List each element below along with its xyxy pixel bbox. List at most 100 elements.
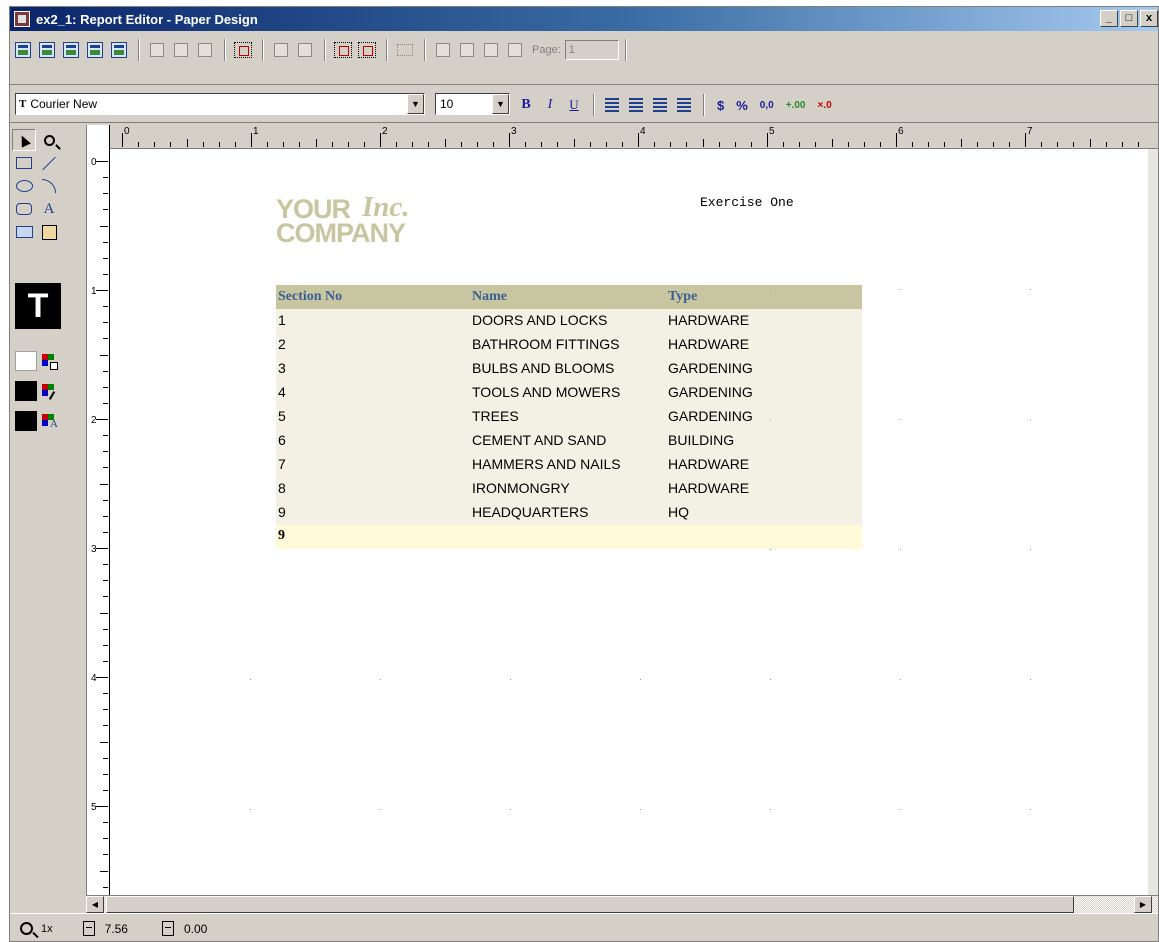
name-cell[interactable]: TREES — [472, 408, 519, 424]
fill-color-icon[interactable] — [42, 354, 58, 370]
bold-button[interactable]: B — [515, 94, 537, 116]
group-frame-button[interactable] — [394, 39, 416, 61]
web-source-view-button[interactable] — [36, 39, 58, 61]
main-section-button[interactable] — [170, 39, 192, 61]
line-tool[interactable] — [37, 152, 61, 174]
column-header-type[interactable]: Type — [668, 289, 697, 305]
percentage-button[interactable]: % — [736, 98, 748, 113]
ellipse-tool[interactable] — [12, 175, 36, 197]
ruler-number: 5 — [91, 802, 97, 813]
column-header-section-no[interactable]: Section No — [278, 289, 342, 305]
paper-design-canvas[interactable]: YOUR Inc. COMPANY Exercise One Section N… — [110, 149, 1158, 895]
confine-mode-button[interactable] — [232, 39, 254, 61]
type-cell[interactable]: BUILDING — [668, 432, 734, 448]
magnify-tool[interactable] — [37, 129, 61, 151]
section-no-cell[interactable]: 9 — [278, 504, 286, 520]
section-no-cell[interactable]: 2 — [278, 336, 286, 352]
company-logo[interactable]: YOUR Inc. COMPANY — [276, 193, 462, 249]
frame-select-button[interactable] — [332, 39, 354, 61]
type-cell[interactable]: HARDWARE — [668, 480, 749, 496]
italic-button[interactable]: I — [539, 94, 561, 116]
next-page-button[interactable] — [480, 39, 502, 61]
text-tool[interactable]: A — [37, 198, 61, 220]
column-header-name[interactable]: Name — [472, 289, 507, 305]
header-section-button[interactable] — [146, 39, 168, 61]
fill-color-swatch[interactable] — [15, 351, 37, 371]
type-cell[interactable]: HARDWARE — [668, 456, 749, 472]
section-no-cell[interactable]: 8 — [278, 480, 286, 496]
grid-dot — [640, 809, 641, 810]
font-size-select[interactable]: 10 ▼ — [435, 93, 510, 115]
previous-page-button[interactable] — [456, 39, 478, 61]
name-cell[interactable]: BULBS AND BLOOMS — [472, 360, 614, 376]
name-cell[interactable]: BATHROOM FITTINGS — [472, 336, 620, 352]
name-cell[interactable]: TOOLS AND MOWERS — [472, 384, 620, 400]
line-color-swatch[interactable] — [15, 381, 37, 401]
type-cell[interactable]: HARDWARE — [668, 336, 749, 352]
name-cell[interactable]: DOORS AND LOCKS — [472, 312, 607, 328]
type-cell[interactable]: GARDENING — [668, 384, 753, 400]
chevron-down-icon[interactable]: ▼ — [407, 94, 424, 114]
close-button[interactable]: x — [1140, 10, 1158, 27]
underline-button[interactable]: U — [563, 94, 585, 116]
font-name-select[interactable]: T Courier New ▼ — [15, 93, 425, 115]
section-no-cell[interactable]: 7 — [278, 456, 286, 472]
report-title[interactable]: Exercise One — [700, 195, 794, 210]
select-tool[interactable] — [12, 129, 36, 151]
name-cell[interactable]: HAMMERS AND NAILS — [472, 456, 621, 472]
justify-button[interactable] — [673, 94, 695, 116]
trailer-section-button[interactable] — [194, 39, 216, 61]
field-tool[interactable] — [12, 221, 36, 243]
flex-mode-button[interactable] — [356, 39, 378, 61]
remove-decimal-button[interactable]: ×.0 — [817, 100, 831, 111]
section-no-cell[interactable]: 3 — [278, 360, 286, 376]
scroll-thumb[interactable] — [106, 896, 1074, 913]
name-cell[interactable]: HEADQUARTERS — [472, 504, 588, 520]
frame-tool[interactable] — [37, 221, 61, 243]
align-left-button[interactable] — [601, 94, 623, 116]
maximize-button[interactable]: □ — [1120, 10, 1138, 27]
currency-button[interactable]: $ — [717, 98, 724, 113]
name-cell[interactable]: IRONMONGRY — [472, 480, 570, 496]
text-color-icon[interactable]: A — [42, 414, 58, 430]
rectangle-tool[interactable] — [12, 152, 36, 174]
select-parent-frame-button[interactable] — [270, 39, 292, 61]
section-no-cell[interactable]: 6 — [278, 432, 286, 448]
type-cell[interactable]: GARDENING — [668, 360, 753, 376]
parameter-form-view-button[interactable] — [108, 39, 130, 61]
data-model-view-button[interactable] — [12, 39, 34, 61]
page-number-field[interactable]: 1 — [564, 40, 619, 60]
name-cell[interactable]: CEMENT AND SAND — [472, 432, 606, 448]
section-no-cell[interactable]: 4 — [278, 384, 286, 400]
arc-tool[interactable] — [37, 175, 61, 197]
paper-layout-view-button[interactable] — [60, 39, 82, 61]
type-cell[interactable]: GARDENING — [668, 408, 753, 424]
move-object-button[interactable] — [294, 39, 316, 61]
ruler-tick — [670, 142, 672, 147]
summary-value[interactable]: 9 — [278, 528, 285, 544]
section-no-cell[interactable]: 5 — [278, 408, 286, 424]
title-bar[interactable]: ex2_1: Report Editor - Paper Design _ □ … — [10, 7, 1158, 31]
minimize-button[interactable]: _ — [1100, 10, 1118, 27]
type-cell[interactable]: HARDWARE — [668, 312, 749, 328]
text-color-swatch[interactable] — [15, 411, 37, 431]
toolbar-separator — [593, 94, 595, 116]
add-decimal-button[interactable]: +.00 — [786, 100, 806, 111]
line-color-icon[interactable] — [42, 384, 58, 400]
first-page-button[interactable] — [432, 39, 454, 61]
paper-design-view-button[interactable] — [84, 39, 106, 61]
commas-button[interactable]: 0,0 — [760, 100, 774, 111]
ruler-tick — [573, 139, 575, 147]
section-no-cell[interactable]: 1 — [278, 312, 286, 328]
last-page-button[interactable] — [504, 39, 526, 61]
rounded-rectangle-tool[interactable] — [12, 198, 36, 220]
ruler-tick — [299, 142, 301, 147]
type-cell[interactable]: HQ — [668, 504, 689, 520]
align-center-button[interactable] — [625, 94, 647, 116]
horizontal-scrollbar[interactable]: ◀ ▶ — [86, 895, 1158, 913]
chevron-down-icon[interactable]: ▼ — [492, 94, 509, 114]
scroll-left-button[interactable]: ◀ — [86, 896, 104, 913]
scroll-right-button[interactable]: ▶ — [1134, 896, 1152, 913]
align-right-button[interactable] — [649, 94, 671, 116]
vertical-scrollbar[interactable] — [1148, 149, 1158, 895]
